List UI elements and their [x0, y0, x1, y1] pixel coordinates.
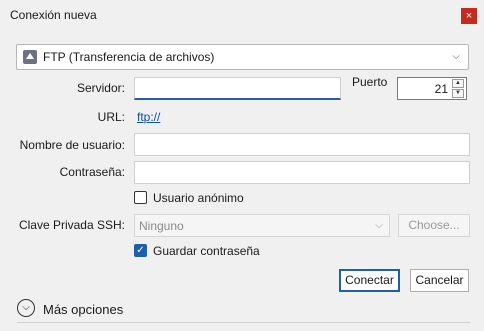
server-input[interactable] — [135, 78, 340, 98]
more-options-label[interactable]: Más opciones — [43, 302, 123, 317]
username-field[interactable] — [134, 133, 470, 156]
port-label: Puerto — [352, 75, 388, 89]
protocol-select[interactable]: FTP (Transferencia de archivos) ⌵ — [16, 44, 469, 70]
divider — [17, 322, 470, 323]
cancel-button[interactable]: Cancelar — [410, 269, 469, 292]
connect-button[interactable]: Conectar — [339, 269, 400, 292]
ssh-key-selected-label: Ninguno — [139, 219, 184, 233]
url-label: URL: — [97, 110, 125, 124]
chevron-down-icon: ⌵ — [452, 51, 460, 62]
username-input[interactable] — [135, 134, 469, 155]
server-label: Servidor: — [76, 81, 125, 95]
port-decrement-icon[interactable]: ▼ — [452, 89, 464, 98]
protocol-selected-label: FTP (Transferencia de archivos) — [43, 50, 215, 64]
new-connection-dialog: Conexión nueva × FTP (Transferencia de a… — [0, 0, 484, 331]
port-increment-icon[interactable]: ▲ — [452, 79, 464, 88]
url-link[interactable]: ftp:// — [137, 110, 160, 124]
server-field[interactable] — [134, 77, 341, 100]
save-password-checkbox[interactable]: ✓ — [134, 244, 147, 257]
dialog-title: Conexión nueva — [10, 8, 97, 22]
port-stepper[interactable]: 21 ▲ ▼ — [397, 77, 467, 100]
close-icon: × — [465, 10, 473, 22]
save-password-label[interactable]: Guardar contraseña — [153, 244, 260, 258]
anonymous-user-label[interactable]: Usuario anónimo — [153, 191, 244, 205]
checkmark-icon: ✓ — [136, 245, 145, 256]
expand-more-options-button[interactable]: ⌵ — [17, 299, 35, 317]
chevron-down-icon: ⌵ — [375, 220, 383, 231]
choose-key-button: Choose... — [398, 214, 470, 237]
password-input[interactable] — [135, 162, 469, 183]
username-label: Nombre de usuario: — [19, 138, 125, 152]
password-label: Contraseña: — [59, 165, 125, 179]
ftp-protocol-icon — [23, 50, 37, 64]
ssh-key-select: Ninguno ⌵ — [134, 214, 390, 237]
password-field[interactable] — [134, 161, 470, 184]
close-button[interactable]: × — [461, 8, 477, 24]
ssh-key-label: Clave Privada SSH: — [18, 218, 125, 232]
port-value[interactable]: 21 — [435, 82, 448, 96]
title-bar[interactable]: Conexión nueva × — [0, 0, 484, 32]
chevron-down-icon: ⌵ — [22, 302, 30, 313]
anonymous-user-checkbox[interactable] — [134, 191, 147, 204]
